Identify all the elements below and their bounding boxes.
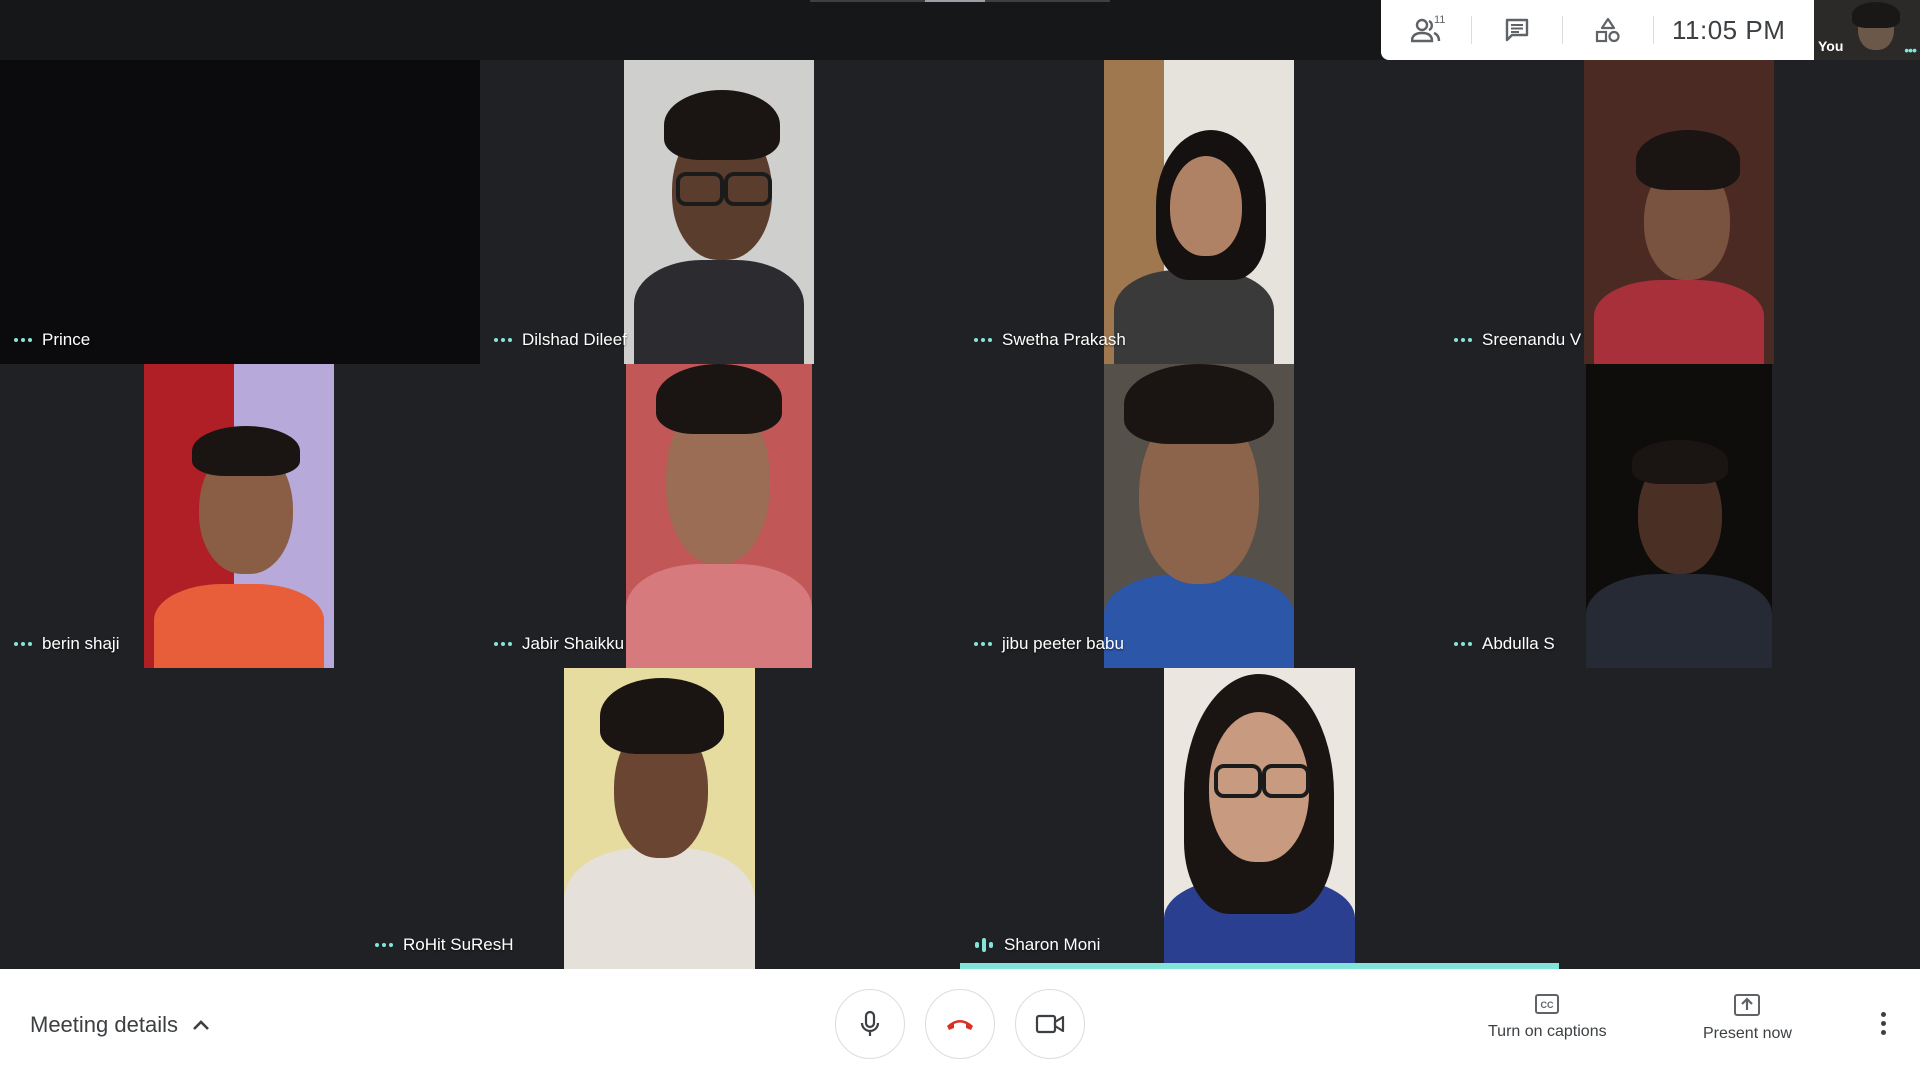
people-button[interactable]: 11 [1381, 0, 1471, 60]
participant-grid: Prince Dilshad Dileef Swetha Prakash Sre… [0, 60, 1920, 969]
chat-button[interactable] [1472, 0, 1562, 60]
participant-label: Sharon Moni [974, 935, 1100, 955]
bottom-bar: Meeting details CC Turn on captions Pres… [0, 969, 1920, 1080]
camera-button[interactable] [1015, 989, 1085, 1059]
top-bar: 11 11:05 PM You ••• [0, 0, 1920, 60]
meeting-details-button[interactable]: Meeting details [30, 969, 210, 1080]
participant-label: Abdulla S [1454, 634, 1555, 654]
more-vert-icon [1880, 1011, 1886, 1017]
participant-name: jibu peeter babu [1002, 634, 1124, 653]
participant-video [1164, 668, 1355, 969]
participant-tile[interactable]: RoHit SuResH [361, 668, 960, 969]
self-hair [1852, 2, 1900, 28]
activities-button[interactable] [1563, 0, 1653, 60]
participant-name: Dilshad Dileef [522, 330, 627, 349]
participant-label: berin shaji [14, 634, 120, 654]
participant-name: Sreenandu V [1482, 330, 1582, 349]
more-dots-icon [14, 338, 32, 342]
participant-name: Sharon Moni [1004, 935, 1101, 954]
participant-label: Swetha Prakash [974, 330, 1126, 350]
participant-name: Swetha Prakash [1002, 330, 1126, 349]
present-now-button[interactable]: Present now [1703, 993, 1792, 1043]
captions-icon: CC [1535, 994, 1560, 1014]
divider [1653, 16, 1654, 44]
more-dots-icon [1454, 642, 1472, 646]
more-dots-icon [375, 943, 393, 947]
participant-tile[interactable]: Swetha Prakash [960, 60, 1440, 364]
top-indicator [810, 0, 1110, 2]
participant-tile[interactable]: Sreenandu V [1440, 60, 1920, 364]
hang-up-icon [947, 1020, 973, 1030]
more-dots-icon [974, 642, 992, 646]
participant-tile[interactable]: Abdulla S [1440, 364, 1920, 668]
participant-video [1586, 364, 1772, 668]
participant-label: jibu peeter babu [974, 634, 1124, 654]
participant-name: Jabir Shaikku [522, 634, 625, 653]
participant-tile[interactable]: jibu peeter babu [960, 364, 1440, 668]
chat-icon [1505, 18, 1529, 42]
participant-video [564, 668, 755, 969]
speaking-icon [975, 938, 993, 952]
participant-video [144, 364, 334, 668]
present-label: Present now [1703, 1025, 1792, 1042]
participant-name: Abdulla S [1482, 634, 1555, 653]
participant-label: Sreenandu V [1454, 330, 1581, 350]
participant-label: Jabir Shaikku [494, 634, 624, 654]
mic-button[interactable] [835, 989, 905, 1059]
captions-button[interactable]: CC Turn on captions [1488, 993, 1607, 1041]
participant-name: berin shaji [42, 634, 120, 653]
participant-tile[interactable]: Prince [0, 60, 480, 364]
participant-tile[interactable]: Dilshad Dileef [480, 60, 960, 364]
svg-text:CC: CC [1541, 1000, 1554, 1010]
hang-up-button[interactable] [925, 989, 995, 1059]
participant-video [1104, 364, 1294, 668]
participant-tile[interactable]: berin shaji [0, 364, 480, 668]
more-options-button[interactable] [1868, 1003, 1898, 1043]
participant-label: Dilshad Dileef [494, 330, 627, 350]
participant-video [624, 60, 814, 364]
top-panel: 11 11:05 PM [1381, 0, 1814, 60]
participant-label: RoHit SuResH [375, 935, 514, 955]
self-dots-icon: ••• [1904, 42, 1917, 58]
more-dots-icon [1454, 338, 1472, 342]
participant-video [1584, 60, 1774, 364]
more-dots-icon [494, 338, 512, 342]
camera-icon [1035, 1014, 1065, 1034]
activities-icon [1595, 17, 1620, 43]
participant-name: Prince [42, 330, 91, 349]
participant-tile[interactable]: Jabir Shaikku [480, 364, 960, 668]
chevron-up-icon [193, 1019, 209, 1030]
participant-video [1104, 60, 1294, 364]
more-dots-icon [494, 642, 512, 646]
present-icon [1734, 994, 1761, 1016]
participant-video [626, 364, 812, 668]
self-view[interactable]: You ••• [1814, 0, 1920, 60]
meeting-details-label: Meeting details [30, 1011, 178, 1037]
participant-name: RoHit SuResH [403, 935, 514, 954]
more-dots-icon [974, 338, 992, 342]
self-label: You [1818, 38, 1844, 54]
mic-icon [860, 1010, 880, 1036]
captions-label: Turn on captions [1488, 1023, 1607, 1040]
clock: 11:05 PM [1672, 14, 1786, 45]
participant-label: Prince [14, 330, 90, 350]
participant-tile[interactable]: Sharon Moni [960, 668, 1559, 969]
more-dots-icon [14, 642, 32, 646]
people-count: 11 [1434, 14, 1446, 26]
